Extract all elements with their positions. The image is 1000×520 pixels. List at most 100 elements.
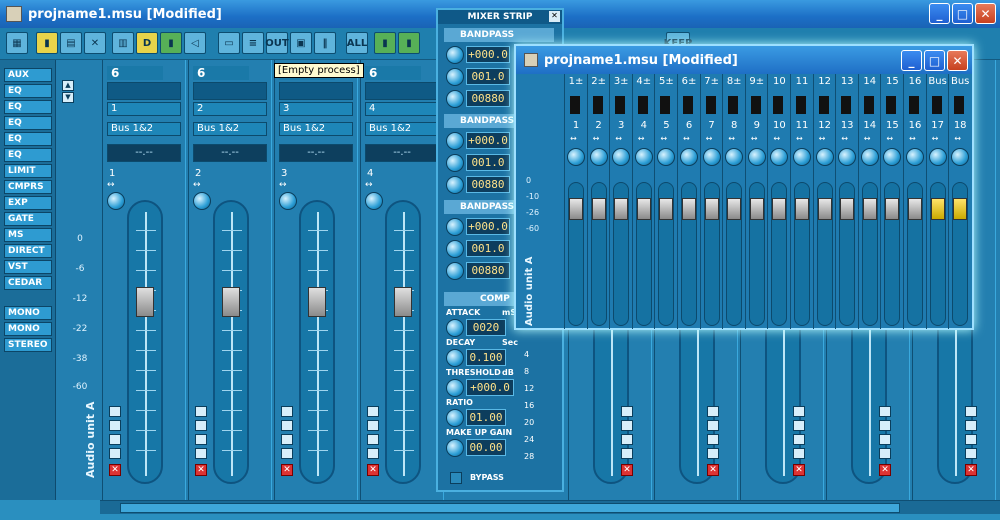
process-button-limit[interactable]: LIMIT <box>4 164 52 178</box>
scroll-down-icon[interactable]: ▼ <box>62 92 74 103</box>
process-button-vst[interactable]: VST <box>4 260 52 274</box>
float-link-icon[interactable]: ↔ <box>638 134 645 143</box>
float-insert-slot[interactable] <box>863 96 874 114</box>
channel-number-field[interactable]: 2 <box>193 102 267 116</box>
process-button-eq[interactable]: EQ <box>4 116 52 130</box>
float-fader-cap[interactable] <box>636 198 651 220</box>
float-channel-top-label[interactable]: 2± <box>588 76 610 87</box>
mute-icon[interactable]: ✕ <box>707 464 719 476</box>
tools-icon[interactable]: ✕ <box>84 32 106 54</box>
monitor-icon[interactable]: ▭ <box>218 32 240 54</box>
float-link-icon[interactable]: ↔ <box>773 134 780 143</box>
fader-track[interactable] <box>385 200 421 484</box>
band-q-value[interactable]: 001.0 <box>466 240 510 257</box>
float-fader-cap[interactable] <box>795 198 809 220</box>
float-fader-cap[interactable] <box>840 198 855 220</box>
process-button-mono[interactable]: MONO <box>4 306 52 320</box>
band-freq-knob[interactable] <box>446 176 464 194</box>
float-pan-knob[interactable] <box>928 148 947 166</box>
band-gain-value[interactable]: +000.0 <box>466 46 510 63</box>
float-channel-top-label[interactable]: 3± <box>610 76 632 87</box>
float-channel-top-label[interactable]: 13 <box>836 76 858 87</box>
float-insert-slot[interactable] <box>683 96 693 114</box>
band-q-value[interactable]: 001.0 <box>466 154 510 171</box>
float-insert-slot[interactable] <box>909 96 919 114</box>
float-pan-knob[interactable] <box>860 148 879 166</box>
insert-slot[interactable] <box>193 82 267 100</box>
channel-number-field[interactable]: 1 <box>107 102 181 116</box>
float-channel-top-label[interactable]: 1± <box>565 76 587 87</box>
band-freq-value[interactable]: 00880 <box>466 90 510 107</box>
band-q-knob[interactable] <box>446 68 464 86</box>
link-icon[interactable] <box>965 434 977 445</box>
group-icon-1[interactable]: ▮ <box>374 32 396 54</box>
routing-icon[interactable]: ▥ <box>112 32 134 54</box>
process-button-eq[interactable]: EQ <box>4 148 52 162</box>
float-link-icon[interactable]: ↔ <box>660 134 667 143</box>
float-pan-knob[interactable] <box>589 148 608 166</box>
arrow-down-icon[interactable] <box>281 420 293 431</box>
float-channel-top-label[interactable]: 14 <box>859 76 881 87</box>
float-channel-top-label[interactable]: 16 <box>904 76 926 87</box>
bypass-toggle[interactable]: BYPASS <box>446 470 554 486</box>
float-link-icon[interactable]: ↔ <box>706 134 713 143</box>
float-pan-knob[interactable] <box>793 148 811 166</box>
float-fader-cap[interactable] <box>727 198 742 220</box>
float-fader-cap[interactable] <box>614 198 629 220</box>
arrow-down-icon[interactable] <box>793 420 805 431</box>
float-fader-cap[interactable] <box>591 198 606 220</box>
float-link-icon[interactable]: ↔ <box>593 134 600 143</box>
d-button[interactable]: D <box>136 32 158 54</box>
band-q-knob[interactable] <box>446 154 464 172</box>
pan-knob[interactable] <box>193 192 211 210</box>
process-button-eq[interactable]: EQ <box>4 84 52 98</box>
comp-threshold-knob[interactable] <box>446 379 464 397</box>
float-insert-slot[interactable] <box>637 96 648 114</box>
strip-group-tag[interactable]: 6 <box>107 66 163 80</box>
float-link-icon[interactable]: ↔ <box>954 134 961 143</box>
process-button-eq[interactable]: EQ <box>4 132 52 146</box>
float-fader-cap[interactable] <box>749 198 764 220</box>
comp-makeup-value[interactable]: 00.00 <box>466 439 506 456</box>
float-fader-cap[interactable] <box>682 198 696 220</box>
speaker-icon[interactable] <box>965 448 977 459</box>
float-link-icon[interactable]: ↔ <box>796 134 803 143</box>
float-insert-slot[interactable] <box>615 96 626 114</box>
horizontal-scrollbar[interactable] <box>100 500 1000 514</box>
arrow-down-icon[interactable] <box>965 420 977 431</box>
link-icon[interactable] <box>793 434 805 445</box>
band-q-value[interactable]: 001.0 <box>466 68 510 85</box>
minimize-button[interactable]: _ <box>929 3 950 24</box>
mute-icon[interactable]: ✕ <box>879 464 891 476</box>
band-q-knob[interactable] <box>446 240 464 258</box>
bus-select[interactable]: Bus 1&2 <box>279 122 353 136</box>
maximize-button[interactable]: □ <box>952 3 973 24</box>
fader-cap[interactable] <box>308 287 326 317</box>
float-fader-cap[interactable] <box>817 198 832 220</box>
fader-track[interactable] <box>213 200 249 484</box>
bus-select[interactable]: Bus 1&2 <box>365 122 439 136</box>
float-channel-top-label[interactable]: 15 <box>881 76 903 87</box>
scrollbar-thumb[interactable] <box>120 503 900 513</box>
process-button-stereo[interactable]: STEREO <box>4 338 52 352</box>
all-button[interactable]: ALL <box>346 32 368 54</box>
insert-slot[interactable] <box>279 82 353 100</box>
bus-select[interactable]: Bus 1&2 <box>193 122 267 136</box>
arrow-up-icon[interactable] <box>195 406 207 417</box>
float-insert-slot[interactable] <box>773 96 784 114</box>
mute-icon[interactable]: ✕ <box>367 464 379 476</box>
band-freq-knob[interactable] <box>446 90 464 108</box>
arrow-up-icon[interactable] <box>109 406 121 417</box>
comp-decay-value[interactable]: 0.100 <box>466 349 506 366</box>
channel-number-field[interactable]: 3 <box>279 102 353 116</box>
arrow-up-icon[interactable] <box>707 406 719 417</box>
speaker-icon[interactable] <box>367 448 379 459</box>
float-maximize-button[interactable]: □ <box>924 50 945 71</box>
mute-icon[interactable]: ✕ <box>195 464 207 476</box>
float-pan-knob[interactable] <box>612 148 631 166</box>
band-gain-value[interactable]: +000.0 <box>466 132 510 149</box>
float-link-icon[interactable]: ↔ <box>864 134 871 143</box>
link-icon[interactable] <box>621 434 633 445</box>
band-gain-knob[interactable] <box>446 218 464 236</box>
float-channel-top-label[interactable]: 4± <box>633 76 655 87</box>
